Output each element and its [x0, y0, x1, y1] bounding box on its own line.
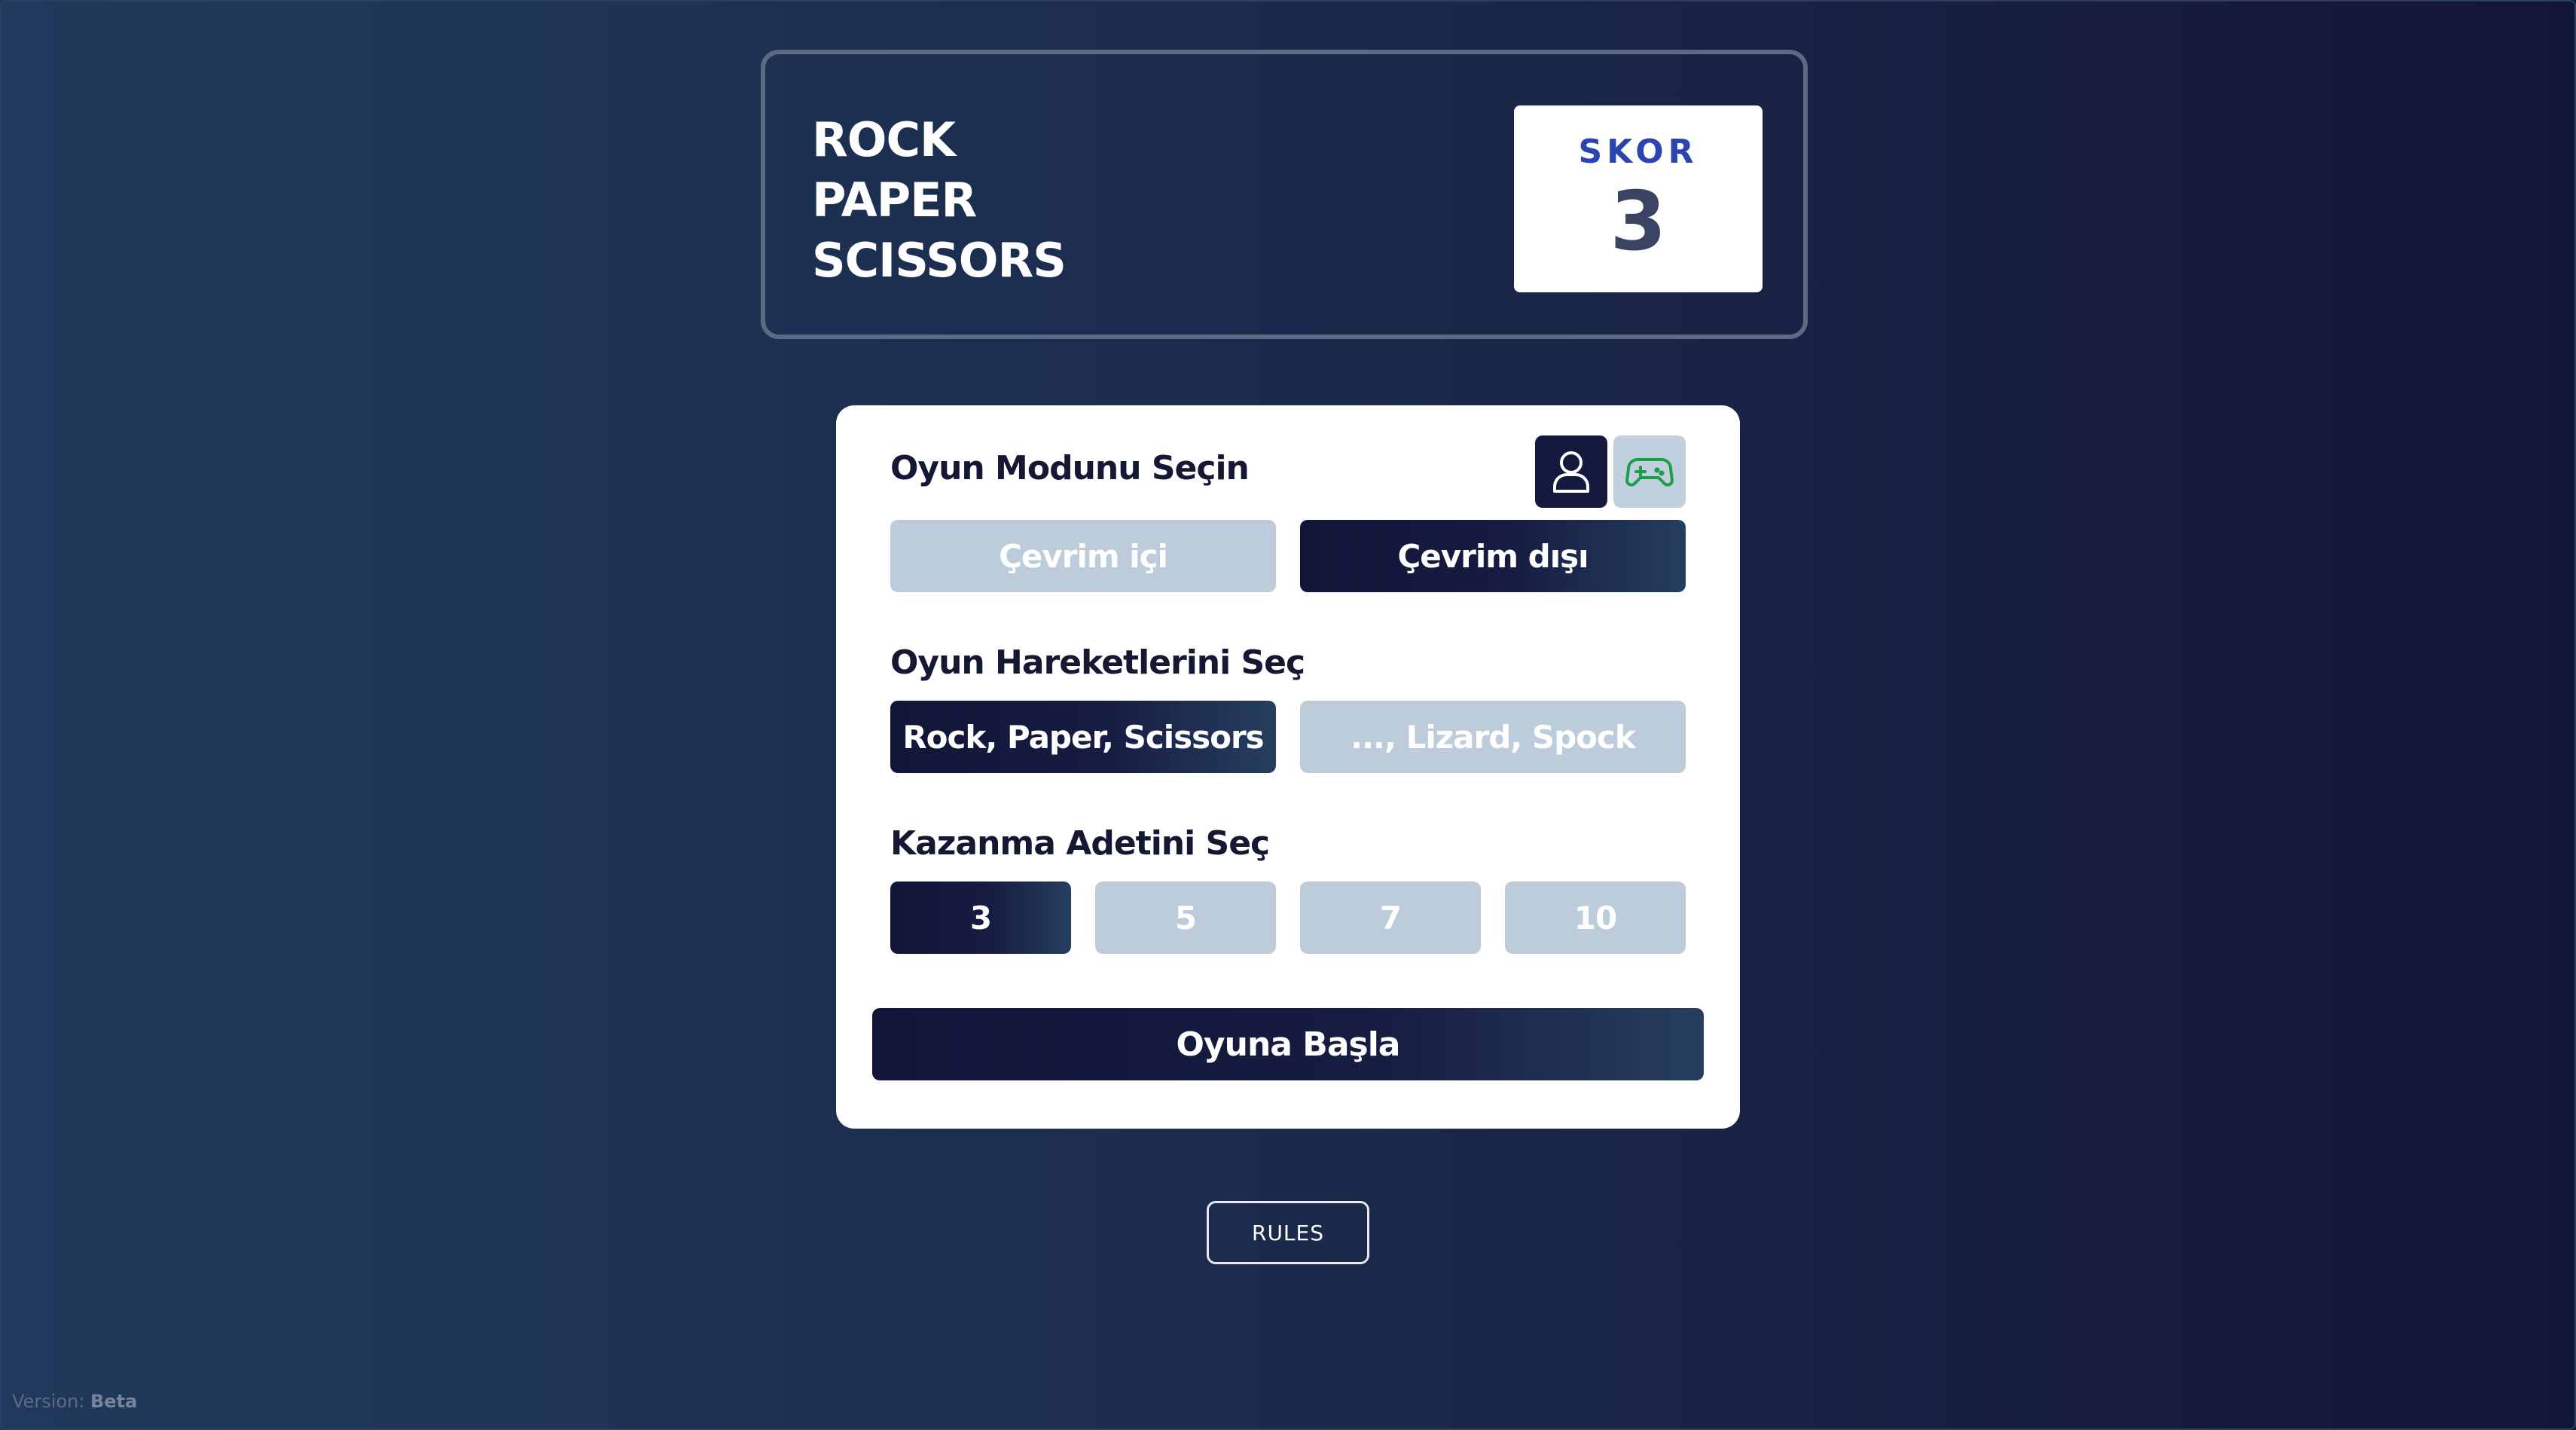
online-mode-button[interactable]: Çevrim içi: [890, 520, 1276, 592]
offline-mode-button[interactable]: Çevrim dışı: [1300, 520, 1686, 592]
game-header: ROCK PAPER SCISSORS SKOR 3: [761, 50, 1808, 339]
version-info: Version: Beta: [12, 1391, 137, 1412]
title-line-scissors: SCISSORS: [812, 233, 1067, 288]
wins-option-10[interactable]: 10: [1505, 882, 1686, 954]
player-mode-button[interactable]: [1535, 435, 1607, 508]
classic-moves-button[interactable]: Rock, Paper, Scissors: [890, 701, 1276, 773]
gamepad-icon: [1625, 458, 1674, 487]
rules-button[interactable]: RULES: [1207, 1201, 1369, 1264]
wins-option-5[interactable]: 5: [1095, 882, 1276, 954]
wins-option-3[interactable]: 3: [890, 882, 1071, 954]
wins-section-label: Kazanma Adetini Seç: [890, 824, 1270, 863]
score-value: 3: [1610, 175, 1667, 269]
title-line-rock: ROCK: [812, 112, 956, 167]
computer-mode-button[interactable]: [1613, 435, 1686, 508]
wins-option-7[interactable]: 7: [1300, 882, 1481, 954]
game-settings-card: Oyun Modunu Seçin Çevrim içi Çevrim dışı…: [836, 405, 1740, 1129]
version-prefix: Version:: [12, 1391, 85, 1412]
version-value: Beta: [90, 1391, 138, 1412]
mode-section-label: Oyun Modunu Seçin: [890, 449, 1250, 487]
moves-section-label: Oyun Hareketlerini Seç: [890, 643, 1305, 682]
title-line-paper: PAPER: [812, 173, 977, 228]
user-icon: [1553, 451, 1589, 493]
score-label: SKOR: [1578, 133, 1699, 171]
score-box: SKOR 3: [1514, 105, 1763, 292]
game-title: ROCK PAPER SCISSORS: [812, 110, 1067, 291]
extended-moves-button[interactable]: ..., Lizard, Spock: [1300, 701, 1686, 773]
start-game-button[interactable]: Oyuna Başla: [872, 1008, 1704, 1080]
